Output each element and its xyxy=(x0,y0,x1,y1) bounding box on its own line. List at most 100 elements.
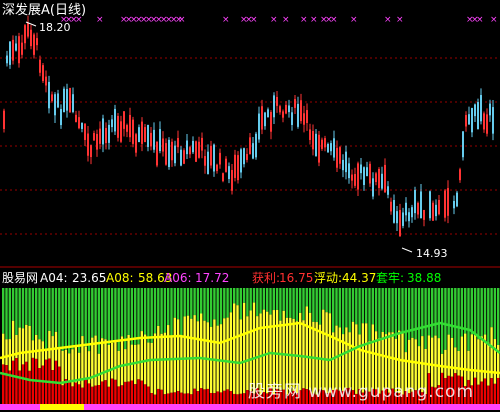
indicator-bar-green xyxy=(401,288,404,332)
indicator-bar-red xyxy=(25,361,28,404)
indicator-bar-yellow xyxy=(467,350,470,380)
indicator-bar-red xyxy=(107,386,110,404)
marker-x: × xyxy=(300,15,308,25)
candle-body xyxy=(225,158,227,172)
indicator-bar-green xyxy=(150,288,153,343)
candle-body xyxy=(213,144,215,172)
indicator-bar-green xyxy=(190,288,193,319)
candle-body xyxy=(111,119,113,128)
indicator-bar-green xyxy=(269,288,272,315)
candle-body xyxy=(201,137,203,151)
indicator-bar-green xyxy=(28,288,31,326)
candle-body xyxy=(474,104,476,117)
candle-body xyxy=(48,81,50,109)
indicator-bar-green xyxy=(473,288,477,335)
candle-body xyxy=(234,154,236,178)
marker-x: × xyxy=(178,15,186,25)
candle-body xyxy=(216,164,218,172)
indicator-bar-yellow xyxy=(200,313,203,389)
indicator-bar-green xyxy=(497,288,500,346)
candle-body xyxy=(327,143,329,153)
candle-body xyxy=(204,156,206,166)
indicator-bar-red xyxy=(137,379,140,404)
indicator-bar-yellow xyxy=(427,335,431,374)
indicator-bar-yellow xyxy=(107,344,110,387)
indicator-bar-yellow xyxy=(61,350,64,386)
candle-body xyxy=(207,151,209,175)
indicator-bar-green xyxy=(308,288,312,313)
candle-body xyxy=(480,95,482,122)
indicator-bar-red xyxy=(21,364,25,404)
candle-body xyxy=(72,94,74,113)
indicator-bar-green xyxy=(444,288,447,350)
candle-body xyxy=(351,174,353,181)
indicator-bar-yellow xyxy=(173,317,176,393)
indicator-bar-red xyxy=(110,378,114,404)
candle-body xyxy=(129,114,131,138)
indicator-bar-green xyxy=(275,288,279,310)
indicator-bar-yellow xyxy=(493,339,497,384)
indicator-bar-green xyxy=(11,288,15,321)
indicator-bar-yellow xyxy=(170,335,173,393)
candle-body xyxy=(189,147,191,155)
indicator-bar-red xyxy=(483,378,487,404)
candle-body xyxy=(246,153,248,160)
candle-body xyxy=(405,202,407,216)
indicator-bar-green xyxy=(61,288,64,351)
indicator-bar-green xyxy=(477,288,480,340)
indicator-bar-green xyxy=(101,288,104,339)
candle-body xyxy=(492,107,494,134)
candle-body xyxy=(276,96,278,106)
candle-body xyxy=(153,129,155,150)
indicator-bar-green xyxy=(252,288,256,303)
indicator-bar-green xyxy=(44,288,48,350)
indicator-bar-yellow xyxy=(38,339,41,369)
indicator-bar-green xyxy=(8,288,11,340)
indicator-bar-yellow xyxy=(101,338,104,382)
candle-body xyxy=(12,39,14,61)
indicator-bar-green xyxy=(295,288,299,322)
indicator-bar-red xyxy=(157,388,160,404)
indicator-bar-red xyxy=(206,388,209,404)
indicator-bar-green xyxy=(454,288,457,348)
candle-body xyxy=(486,114,488,134)
indicator-bar-green xyxy=(437,288,440,339)
indicator-bar-green xyxy=(163,288,167,333)
indicator-bar-green xyxy=(140,288,143,332)
candle-body xyxy=(237,155,239,181)
indicator-bar-green xyxy=(233,288,236,304)
candle-body xyxy=(372,178,374,197)
indicator-bar-yellow xyxy=(190,318,193,395)
indicator-bar-green xyxy=(170,288,173,336)
indicator-bar-green xyxy=(74,288,77,347)
marker-x: × xyxy=(384,15,392,25)
indicator-bar-green xyxy=(335,288,338,326)
price-chart[interactable]: ×××× × ××××××××××××× × ××× × × × × ××× × × × ××× × 深发展… xyxy=(0,0,500,268)
indicator-bar-red xyxy=(18,370,21,404)
candle-body xyxy=(21,42,23,55)
indicator-bar-green xyxy=(2,288,5,334)
candle-body xyxy=(393,200,395,223)
candle-body xyxy=(297,103,299,127)
indicator-bar-green xyxy=(279,288,282,321)
indicator-bar-green xyxy=(414,288,417,340)
indicator-bar-red xyxy=(51,370,54,404)
indicator-bar-green xyxy=(490,288,493,328)
indicator-bar-green xyxy=(493,288,497,340)
indicator-bar-green xyxy=(77,288,81,353)
indicator-bar-green xyxy=(417,288,421,347)
indicator-bar-green xyxy=(424,288,427,349)
indicator-bar-red xyxy=(180,392,183,404)
bottom-strip-yellow xyxy=(40,404,84,410)
indicator-bar-yellow xyxy=(5,339,8,366)
indicator-bar-yellow xyxy=(480,336,483,382)
indicator-bar-red xyxy=(176,391,180,404)
indicator-bar-yellow xyxy=(58,347,61,367)
indicator-bar-green xyxy=(130,288,134,345)
candle-body xyxy=(462,131,464,158)
indicator-bar-green xyxy=(348,288,351,333)
candle-body xyxy=(42,65,44,82)
indicator-bar-yellow xyxy=(457,351,460,376)
indicator-bar-green xyxy=(25,288,28,325)
candle-body xyxy=(369,163,371,184)
